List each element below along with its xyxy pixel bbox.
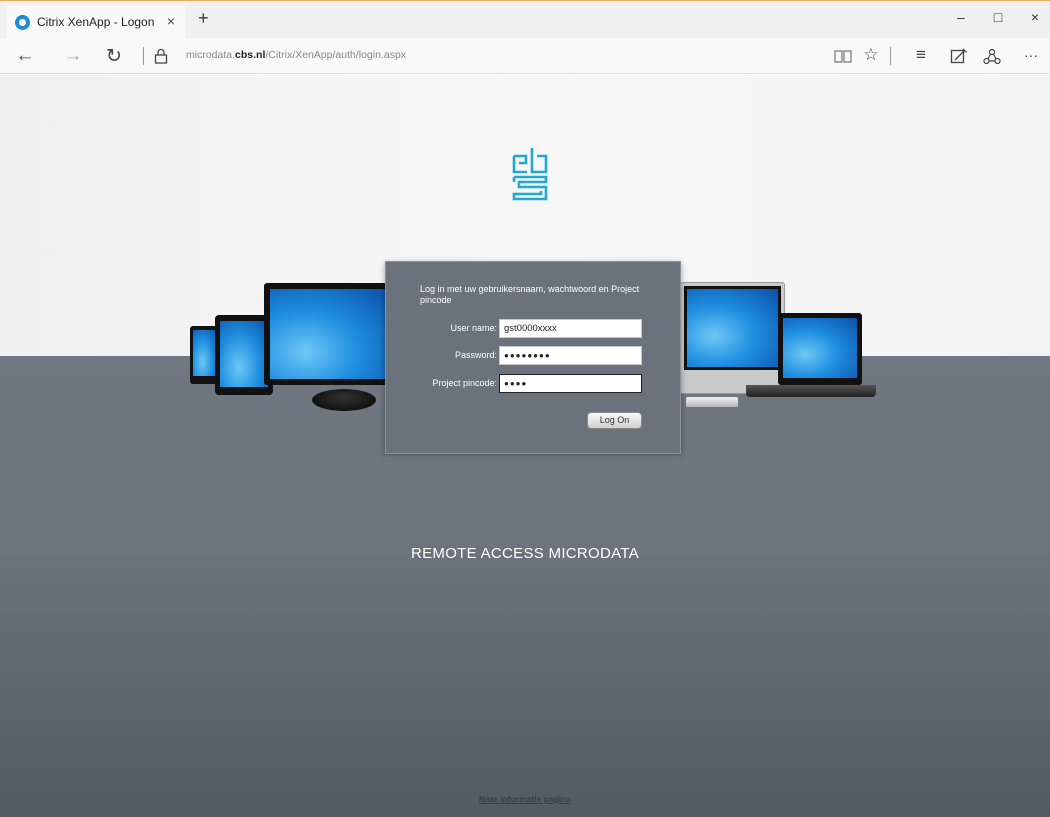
monitor-right-stand bbox=[686, 397, 738, 407]
minimize-button[interactable]: – bbox=[951, 9, 971, 25]
lock-icon bbox=[154, 48, 168, 64]
tab-bar: Citrix XenApp - Logon × + – □ × bbox=[0, 0, 1050, 39]
username-input[interactable]: gst0000xxxx bbox=[499, 319, 642, 338]
monitor-right-device bbox=[680, 282, 785, 394]
laptop-keyboard bbox=[746, 385, 876, 397]
browser-tab[interactable]: Citrix XenApp - Logon × bbox=[7, 5, 185, 39]
info-page-link[interactable]: Naar informatie pagina bbox=[0, 794, 1050, 804]
pincode-input[interactable]: ●●●● bbox=[499, 374, 642, 393]
pincode-label: Project pincode: bbox=[432, 378, 497, 388]
laptop-device bbox=[778, 313, 862, 385]
url-field[interactable]: microdata.cbs.nl/Citrix/XenApp/auth/logi… bbox=[186, 49, 406, 61]
close-window-button[interactable]: × bbox=[1025, 9, 1045, 25]
refresh-button[interactable]: ↻ bbox=[103, 45, 125, 68]
password-input[interactable]: ●●●●●●●● bbox=[499, 346, 642, 365]
logon-button[interactable]: Log On bbox=[587, 412, 642, 429]
tab-title: Citrix XenApp - Logon bbox=[37, 15, 155, 29]
login-panel: Log in met uw gebruikersnaam, wachtwoord… bbox=[385, 261, 681, 454]
toolbar-separator bbox=[890, 47, 891, 65]
username-label: User name: bbox=[450, 323, 497, 333]
tab-close-button[interactable]: × bbox=[167, 13, 175, 29]
monitor-left-device bbox=[264, 283, 394, 385]
cbs-logo bbox=[512, 148, 548, 201]
star-icon[interactable]: ☆ bbox=[860, 45, 882, 65]
address-bar: ← → ↻ microdata.cbs.nl/Citrix/XenApp/aut… bbox=[0, 38, 1050, 74]
password-row: Password: ●●●●●●●● bbox=[386, 346, 682, 366]
hub-icon[interactable]: ≡ bbox=[910, 45, 932, 65]
login-panel-reflection bbox=[385, 455, 681, 495]
citrix-icon bbox=[15, 14, 30, 30]
back-button[interactable]: ← bbox=[14, 45, 36, 67]
page-title: REMOTE ACCESS MICRODATA bbox=[410, 545, 640, 562]
toolbar-separator bbox=[143, 47, 144, 65]
username-row: User name: gst0000xxxx bbox=[386, 319, 682, 339]
share-icon[interactable] bbox=[983, 48, 1001, 65]
monitor-left-stand bbox=[312, 389, 376, 411]
password-label: Password: bbox=[454, 350, 497, 360]
page-content: Log in met uw gebruikersnaam, wachtwoord… bbox=[0, 75, 1050, 817]
maximize-button[interactable]: □ bbox=[988, 9, 1008, 25]
login-instruction: Log in met uw gebruikersnaam, wachtwoord… bbox=[420, 284, 640, 305]
pincode-row: Project pincode: ●●●● bbox=[386, 374, 682, 394]
more-icon[interactable]: ··· bbox=[1020, 47, 1042, 63]
new-tab-button[interactable]: + bbox=[198, 8, 209, 29]
reading-view-icon[interactable] bbox=[834, 49, 852, 63]
web-note-icon[interactable] bbox=[950, 48, 968, 65]
forward-button[interactable]: → bbox=[62, 45, 84, 67]
